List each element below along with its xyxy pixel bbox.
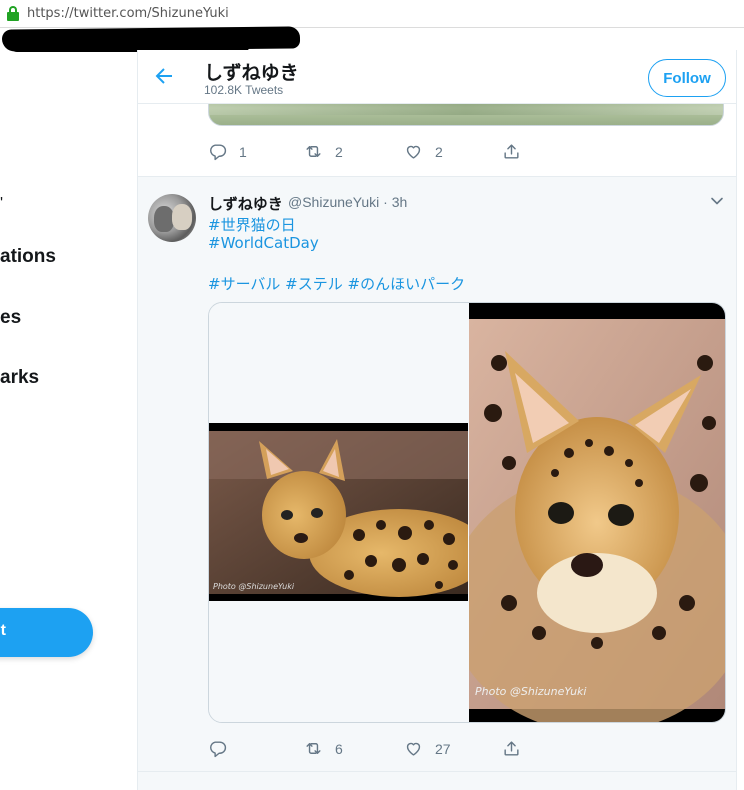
nav-item-messages[interactable]: es [0, 307, 21, 329]
retweet-count: 2 [335, 143, 343, 160]
nav-item-bookmarks[interactable]: arks [0, 367, 39, 389]
main-column: しずねゆき 102.8K Tweets Follow 1 2 2 しずねゆき @… [137, 50, 737, 790]
reply-button[interactable]: 1 [208, 142, 247, 161]
retweet-count: 6 [335, 740, 343, 757]
reply-icon [210, 144, 227, 161]
previous-tweet-actions: 1 2 2 [208, 142, 521, 164]
tweet-media: Photo @ShizuneYuki Photo @ShizuneYuki [208, 302, 726, 723]
share-button[interactable] [502, 142, 521, 161]
tweet-author-name[interactable]: しずねゆき [208, 193, 283, 214]
profile-name: しずねゆき [204, 62, 299, 84]
retweet-button[interactable]: 2 [304, 142, 343, 161]
follow-button[interactable]: Follow [648, 59, 726, 97]
tweet-divider [138, 771, 736, 772]
share-icon [504, 144, 519, 159]
serval-photo-right[interactable]: Photo @ShizuneYuki [469, 303, 726, 723]
lock-icon [6, 5, 20, 22]
profile-header: しずねゆき 102.8K Tweets Follow [138, 50, 736, 104]
nav-item-notifications[interactable]: ations [0, 246, 56, 268]
retweet-icon [306, 743, 321, 754]
left-navigation: ' ations es arks t [0, 50, 137, 790]
nav-fragment: ' [0, 195, 4, 212]
compose-tweet-button[interactable]: t [0, 608, 93, 657]
share-button[interactable] [502, 739, 521, 758]
like-count: 2 [435, 143, 443, 160]
like-button[interactable]: 2 [404, 142, 443, 161]
heart-icon [406, 145, 421, 159]
hashtag-link[interactable]: #世界猫の日 [208, 214, 296, 235]
tweet-actions: 6 27 [208, 739, 521, 761]
tweet[interactable]: しずねゆき @ShizuneYuki · 3h #世界猫の日 #WorldCat… [138, 177, 736, 790]
avatar[interactable] [148, 194, 196, 242]
reply-count: 1 [239, 143, 247, 160]
serval-photo-left[interactable]: Photo @ShizuneYuki [209, 303, 468, 723]
hashtag-link[interactable]: #WorldCatDay [208, 234, 319, 252]
reply-icon [210, 741, 227, 758]
photo-watermark: Photo @ShizuneYuki [213, 582, 295, 591]
back-arrow-icon[interactable] [152, 64, 176, 88]
retweet-icon [306, 146, 321, 157]
url-text[interactable]: https://twitter.com/ShizuneYuki [27, 6, 229, 21]
compose-tweet-label: t [0, 622, 6, 639]
reply-button[interactable] [208, 739, 239, 758]
tweet-handle-time[interactable]: @ShizuneYuki · 3h [288, 194, 407, 210]
tweet-count: 102.8K Tweets [204, 83, 284, 97]
like-button[interactable]: 27 [404, 739, 451, 758]
hashtag-line[interactable]: #サーバル #ステル #のんほいパーク [208, 273, 465, 294]
like-count: 27 [435, 740, 451, 757]
retweet-button[interactable]: 6 [304, 739, 343, 758]
share-icon [504, 741, 519, 756]
heart-icon [406, 742, 421, 756]
browser-address-bar[interactable]: https://twitter.com/ShizuneYuki [0, 0, 744, 28]
photo-watermark: Photo @ShizuneYuki [475, 685, 586, 698]
chevron-down-icon[interactable] [710, 194, 724, 208]
